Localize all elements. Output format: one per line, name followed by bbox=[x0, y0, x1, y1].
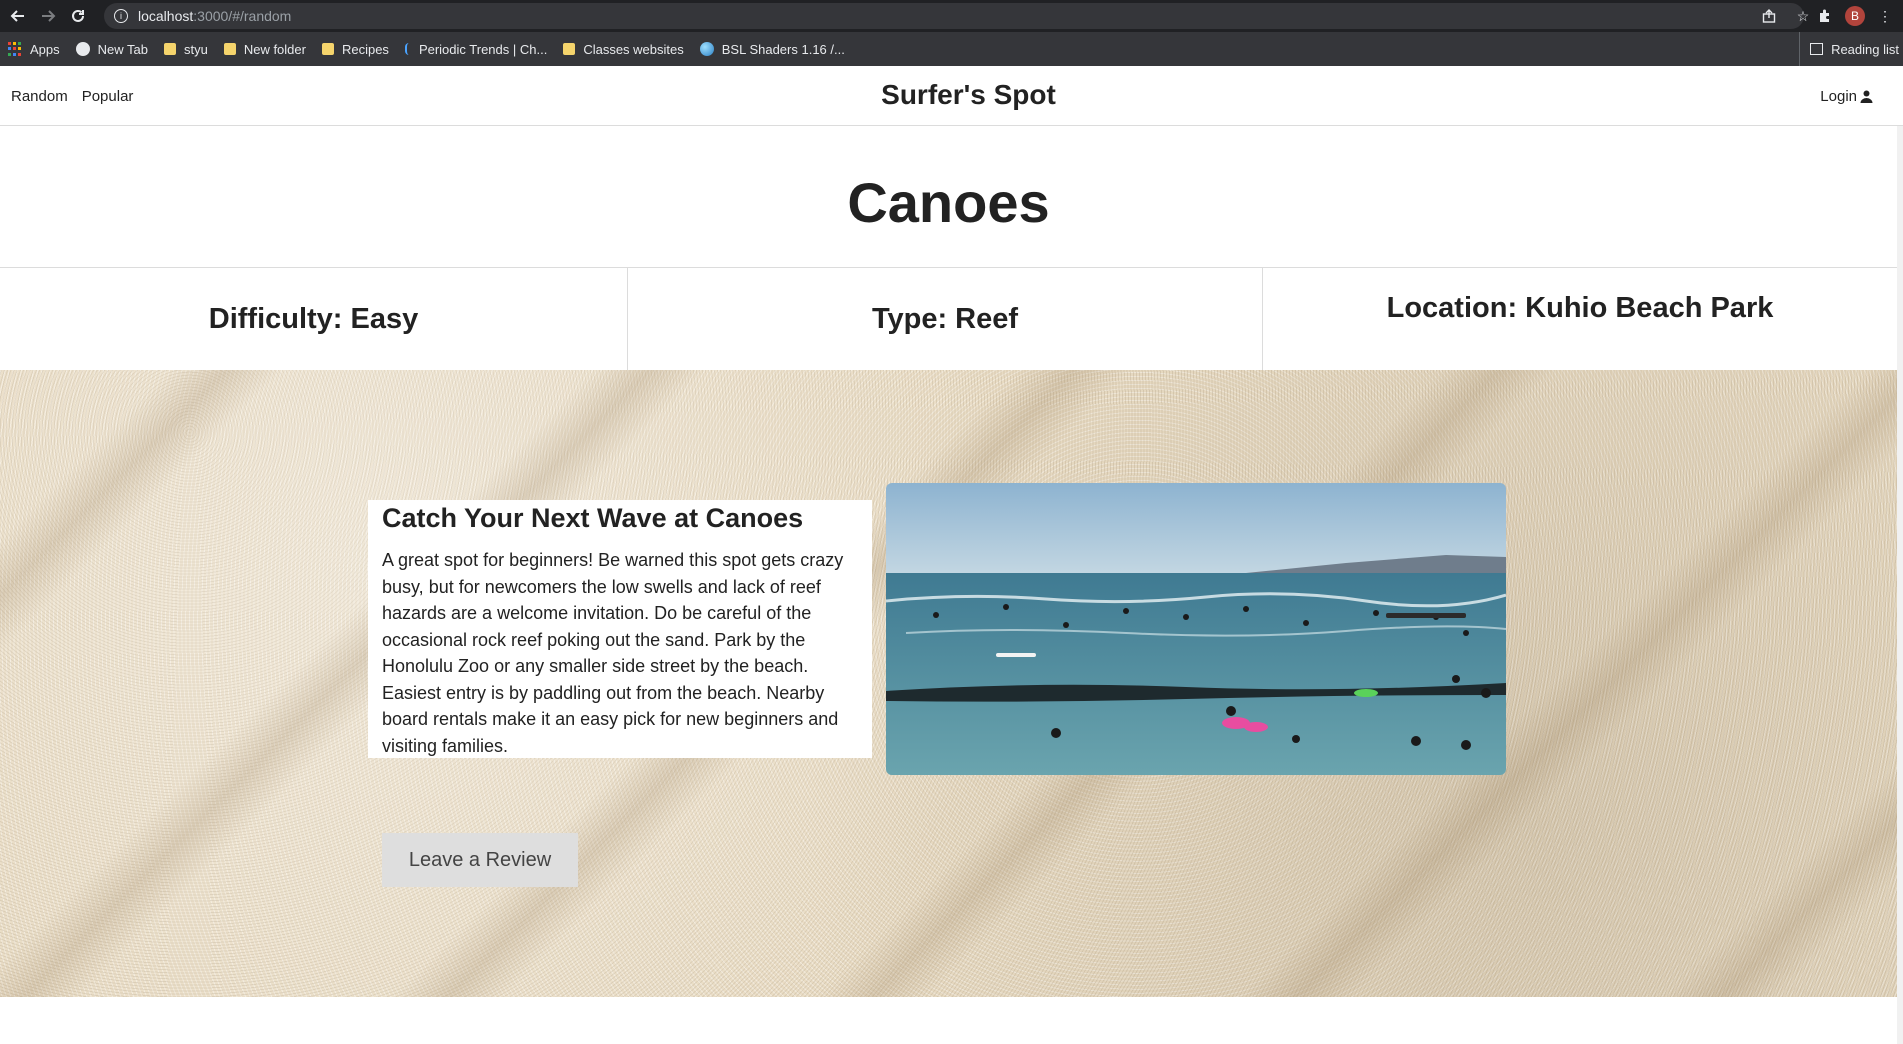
bookmark-periodic-trends[interactable]: Periodic Trends | Ch... bbox=[404, 41, 548, 57]
card-title: Catch Your Next Wave at Canoes bbox=[382, 503, 804, 533]
address-bar[interactable]: i localhost:3000/#/random bbox=[104, 3, 1804, 29]
bookmark-apps[interactable]: Apps bbox=[8, 42, 60, 57]
spot-title: Canoes bbox=[847, 171, 1050, 234]
bookmark-page-icon bbox=[404, 43, 411, 55]
bookmark-label: New Tab bbox=[97, 41, 148, 57]
reading-list[interactable]: Reading list bbox=[1799, 32, 1903, 66]
bookmark-bsl-shaders[interactable]: BSL Shaders 1.16 /... bbox=[699, 41, 845, 57]
forward-arrow-icon[interactable] bbox=[36, 4, 60, 28]
bookmark-recipes[interactable]: Recipes bbox=[321, 41, 389, 57]
extensions-puzzle-icon[interactable] bbox=[1815, 4, 1835, 28]
reading-list-icon bbox=[1810, 43, 1824, 55]
profile-avatar[interactable]: B bbox=[1845, 6, 1865, 26]
folder-icon bbox=[321, 43, 334, 55]
browser-menu-icon[interactable]: ⋮ bbox=[1875, 4, 1895, 28]
difficulty-stat: Difficulty: Easy bbox=[0, 268, 628, 370]
page-footer-space bbox=[0, 997, 1897, 1044]
bookmark-label: BSL Shaders 1.16 /... bbox=[721, 41, 845, 57]
user-icon bbox=[1860, 90, 1873, 103]
folder-icon bbox=[163, 43, 176, 55]
bsl-globe-icon bbox=[699, 42, 714, 56]
spot-photo bbox=[886, 483, 1506, 775]
bookmark-star-icon[interactable]: ☆ bbox=[1793, 4, 1813, 28]
spot-stats: Difficulty: Easy Type: Reef Location: Ku… bbox=[0, 268, 1897, 370]
bookmark-new-folder[interactable]: New folder bbox=[223, 41, 306, 57]
apps-grid-icon bbox=[8, 42, 22, 56]
bookmark-label: Periodic Trends | Ch... bbox=[418, 41, 548, 57]
bookmark-styu[interactable]: styu bbox=[163, 41, 208, 57]
sand-background-section: Catch Your Next Wave at Canoes A great s… bbox=[0, 370, 1897, 997]
bookmark-label: styu bbox=[183, 41, 208, 57]
leave-review-button[interactable]: Leave a Review bbox=[382, 833, 578, 887]
bookmark-label: New folder bbox=[243, 41, 306, 57]
spot-description: A great spot for beginners! Be warned th… bbox=[382, 550, 844, 756]
description-card: Catch Your Next Wave at Canoes A great s… bbox=[368, 500, 872, 758]
globe-icon bbox=[75, 42, 90, 56]
url-path: :3000/#/random bbox=[193, 8, 292, 24]
bookmark-classes-websites[interactable]: Classes websites bbox=[563, 41, 684, 57]
bookmark-label: Classes websites bbox=[583, 41, 684, 57]
location-stat: Location: Kuhio Beach Park bbox=[1386, 292, 1774, 324]
login-link[interactable]: Login bbox=[1820, 88, 1873, 105]
reload-icon[interactable] bbox=[66, 4, 90, 28]
page-scrollbar[interactable] bbox=[1897, 126, 1903, 1044]
share-icon[interactable] bbox=[1759, 4, 1779, 28]
bookmark-new-tab[interactable]: New Tab bbox=[75, 41, 148, 57]
url-host: localhost bbox=[138, 8, 194, 24]
bookmark-label: Recipes bbox=[341, 41, 389, 57]
site-info-icon[interactable]: i bbox=[114, 9, 128, 23]
back-arrow-icon[interactable] bbox=[6, 4, 30, 28]
bookmark-label: Apps bbox=[30, 41, 60, 57]
browser-toolbar: i localhost:3000/#/random ☆ B ⋮ bbox=[0, 0, 1903, 32]
folder-icon bbox=[223, 43, 236, 55]
type-stat: Type: Reef bbox=[628, 268, 1263, 370]
site-header: Random Popular Surfer's Spot Login bbox=[0, 66, 1903, 126]
reading-list-label: Reading list bbox=[1831, 41, 1899, 57]
bookmarks-bar: Apps New Tab styu New folder Recipes Per… bbox=[0, 32, 1903, 66]
site-title[interactable]: Surfer's Spot bbox=[0, 79, 1903, 111]
login-label: Login bbox=[1820, 88, 1857, 105]
folder-icon bbox=[563, 43, 576, 55]
spot-title-section: Canoes bbox=[0, 126, 1897, 268]
